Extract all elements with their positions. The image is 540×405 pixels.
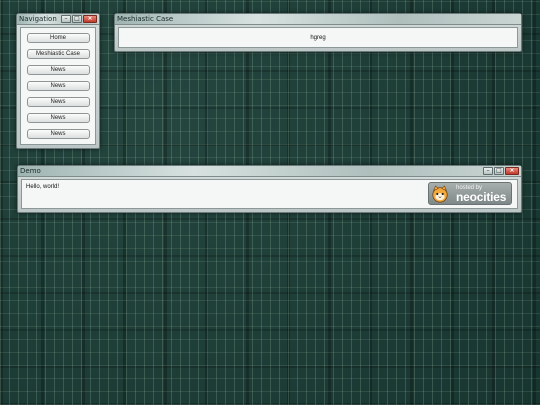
demo-titlebar[interactable]: Demo – □ × [18, 166, 521, 177]
demo-window-controls: – □ × [483, 167, 519, 175]
close-icon[interactable]: × [83, 15, 97, 23]
nav-meshiastic-case-button[interactable]: Meshiastic Case [26, 49, 90, 59]
nav-news-button[interactable]: News [26, 129, 90, 139]
main-title: Meshiastic Case [117, 15, 174, 23]
demo-body: Hello, world! hosted by neocities [21, 179, 518, 209]
nav-home-button[interactable]: Home [26, 33, 90, 43]
hosted-by-neocities-badge[interactable]: hosted by neocities [428, 182, 512, 205]
minimize-icon[interactable]: – [61, 15, 71, 23]
maximize-icon[interactable]: □ [72, 15, 82, 23]
badge-neocities-text: neocities [456, 190, 507, 204]
main-body: hgreg [118, 27, 518, 48]
nav-news-button[interactable]: News [26, 97, 90, 107]
navigation-title: Navigation [19, 15, 57, 23]
nav-news-button[interactable]: News [26, 81, 90, 91]
main-content-text: hgreg [310, 35, 326, 41]
maximize-icon[interactable]: □ [494, 167, 504, 175]
navigation-window-controls: – □ × [61, 15, 97, 23]
neocities-cat-icon [432, 185, 448, 203]
demo-window: Demo – □ × Hello, world! hosted by neoci… [17, 165, 522, 213]
nav-news-button[interactable]: News [26, 113, 90, 123]
navigation-body: Home Meshiastic Case News News News News… [20, 27, 96, 145]
main-window: Meshiastic Case hgreg [114, 13, 522, 52]
navigation-window: Navigation – □ × Home Meshiastic Case Ne… [16, 13, 100, 149]
nav-news-button[interactable]: News [26, 65, 90, 75]
demo-title: Demo [20, 167, 41, 175]
main-titlebar[interactable]: Meshiastic Case [115, 14, 521, 25]
minimize-icon[interactable]: – [483, 167, 493, 175]
navigation-titlebar[interactable]: Navigation – □ × [17, 14, 99, 25]
close-icon[interactable]: × [505, 167, 519, 175]
